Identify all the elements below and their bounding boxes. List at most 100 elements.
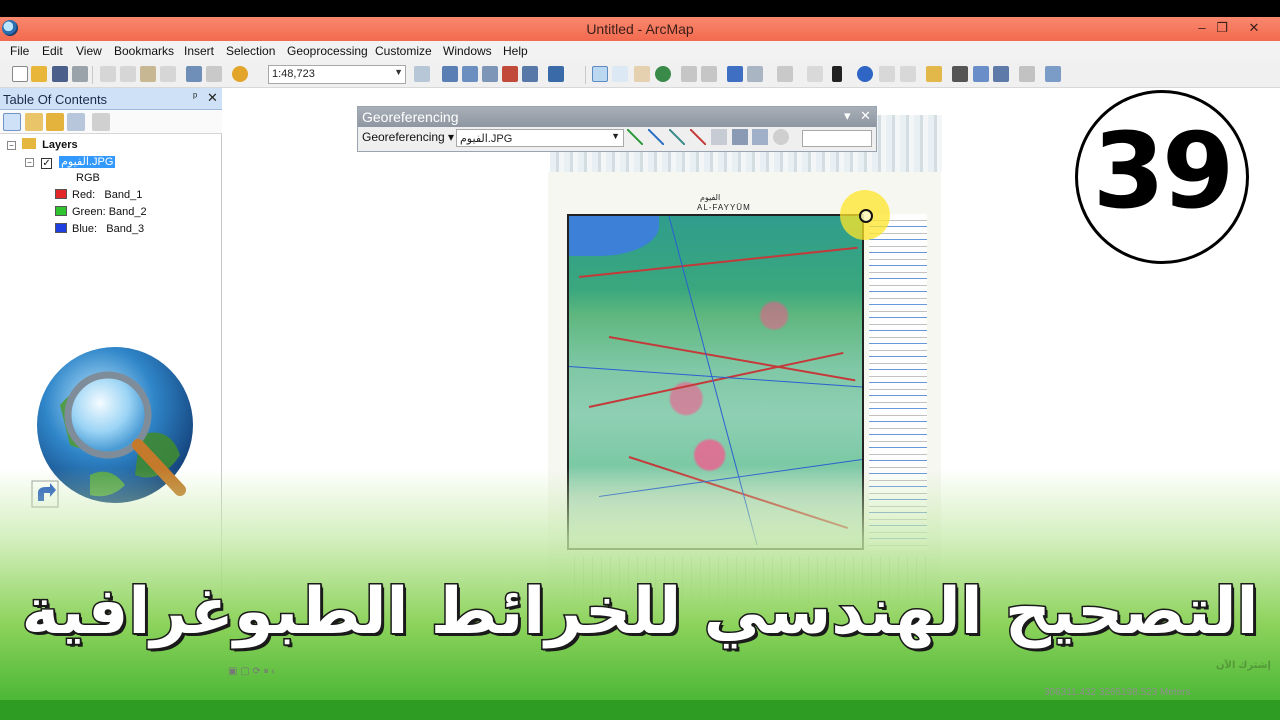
select-link-icon[interactable]	[648, 129, 664, 145]
paste-icon[interactable]	[140, 66, 156, 82]
menu-customize[interactable]: Customize	[375, 44, 432, 58]
zoom-in-icon[interactable]	[592, 66, 608, 82]
zoom-cursor-icon	[859, 209, 873, 223]
python-window-icon[interactable]	[522, 66, 538, 82]
copy-icon[interactable]	[120, 66, 136, 82]
map-sheet-title-arabic: الفيوم	[700, 193, 721, 202]
toc-close-icon[interactable]: ✕	[207, 90, 218, 106]
new-document-icon[interactable]	[12, 66, 28, 82]
close-button[interactable]: ✕	[1244, 19, 1264, 37]
layout-view-switcher[interactable]: ▣ ▢ ⟳ ⏸ ‹	[228, 666, 275, 677]
editor-toolbar-icon[interactable]	[414, 66, 430, 82]
band-name: Band_3	[106, 223, 145, 235]
band-row[interactable]: Green: Band_2	[55, 206, 147, 222]
collapse-icon[interactable]: −	[25, 158, 34, 167]
menu-edit[interactable]: Edit	[42, 44, 63, 58]
georeferencing-layer-select[interactable]: الفيوم.JPG ▼	[456, 129, 624, 147]
arctoolbox-icon[interactable]	[502, 66, 518, 82]
blue-swatch	[55, 223, 67, 233]
goto-xy-icon[interactable]	[993, 66, 1009, 82]
html-popup-icon[interactable]	[900, 66, 916, 82]
minimize-button[interactable]: –	[1192, 19, 1212, 37]
chevron-down-icon[interactable]: ▼	[611, 131, 620, 141]
fixed-zoom-in-icon[interactable]	[681, 66, 697, 82]
restore-button[interactable]: ❐	[1212, 19, 1232, 37]
toolbar-separator	[585, 66, 586, 84]
render-type-row: RGB	[76, 172, 100, 188]
forward-extent-icon[interactable]	[747, 66, 763, 82]
list-by-selection-icon[interactable]	[67, 113, 85, 131]
band-name: Band_1	[104, 189, 143, 201]
modelbuilder-icon[interactable]	[548, 66, 564, 82]
menu-help[interactable]: Help	[503, 44, 528, 58]
layer-visibility-checkbox[interactable]: ✓	[41, 158, 53, 169]
select-features-icon[interactable]	[777, 66, 793, 82]
view-link-table-icon[interactable]	[732, 129, 748, 145]
menu-bookmarks[interactable]: Bookmarks	[114, 44, 174, 58]
map-scale-combobox[interactable]: 1:48,723 ▼	[268, 65, 406, 84]
select-elements-icon[interactable]	[832, 66, 842, 82]
georeferencing-rotate-input[interactable]	[802, 130, 872, 147]
back-extent-icon[interactable]	[727, 66, 743, 82]
georeferencing-title: Georeferencing	[362, 109, 459, 125]
zoom-to-link-icon[interactable]	[669, 129, 685, 145]
pin-icon[interactable]: ᵖ	[193, 91, 197, 103]
layer-name[interactable]: الفيوم.JPG	[59, 156, 116, 168]
add-data-icon[interactable]	[232, 66, 248, 82]
georeferencing-menu[interactable]: Georeferencing ▾	[362, 130, 454, 144]
add-control-points-icon[interactable]	[627, 129, 643, 145]
menu-insert[interactable]: Insert	[184, 44, 214, 58]
measure-icon[interactable]	[926, 66, 942, 82]
menu-geoprocessing[interactable]: Geoprocessing	[287, 44, 368, 58]
redo-icon[interactable]	[206, 66, 222, 82]
toolbar-separator	[92, 66, 93, 84]
identify-icon[interactable]	[857, 66, 873, 82]
print-icon[interactable]	[72, 66, 88, 82]
find-icon[interactable]	[952, 66, 968, 82]
hyperlink-icon[interactable]	[879, 66, 895, 82]
find-route-icon[interactable]	[973, 66, 989, 82]
save-icon[interactable]	[52, 66, 68, 82]
layers-root-row[interactable]: − Layers	[7, 138, 78, 154]
zoom-out-icon[interactable]	[612, 66, 628, 82]
georeferencing-layer-value: الفيوم.JPG	[460, 133, 513, 145]
clear-selection-icon[interactable]	[807, 66, 823, 82]
chevron-down-icon[interactable]: ▾	[844, 108, 851, 124]
layer-row[interactable]: − ✓ الفيوم.JPG	[25, 155, 116, 171]
pan-icon[interactable]	[634, 66, 650, 82]
green-swatch	[55, 206, 67, 216]
title-bar: Untitled - ArcMap – ❐ ✕	[0, 17, 1280, 41]
delete-icon[interactable]	[160, 66, 176, 82]
list-by-drawing-order-icon[interactable]	[3, 113, 21, 131]
full-extent-icon[interactable]	[655, 66, 671, 82]
chevron-down-icon[interactable]: ▼	[394, 67, 403, 77]
time-slider-icon[interactable]	[1019, 66, 1035, 82]
menu-selection[interactable]: Selection	[226, 44, 275, 58]
band-row[interactable]: Red: Band_1	[55, 189, 142, 205]
menu-file[interactable]: File	[10, 44, 29, 58]
table-of-contents-icon[interactable]	[442, 66, 458, 82]
band-row[interactable]: Blue: Band_3	[55, 223, 144, 239]
layers-icon	[22, 138, 37, 149]
menu-windows[interactable]: Windows	[443, 44, 492, 58]
georeferencing-close-icon[interactable]: ✕	[860, 108, 871, 124]
view-rectified-icon[interactable]	[752, 129, 768, 145]
menu-view[interactable]: View	[76, 44, 102, 58]
layers-root-label: Layers	[42, 139, 78, 151]
delete-link-icon[interactable]	[690, 129, 706, 145]
road-line	[588, 351, 844, 408]
georeferencing-titlebar[interactable]: Georeferencing ▾ ✕	[358, 107, 876, 127]
undo-icon[interactable]	[186, 66, 202, 82]
options-icon[interactable]	[92, 113, 110, 131]
rotate-icon[interactable]	[773, 129, 789, 145]
list-by-source-icon[interactable]	[25, 113, 43, 131]
cut-icon[interactable]	[100, 66, 116, 82]
fixed-zoom-out-icon[interactable]	[701, 66, 717, 82]
collapse-icon[interactable]: −	[7, 141, 16, 150]
list-by-visibility-icon[interactable]	[46, 113, 64, 131]
search-window-icon[interactable]	[482, 66, 498, 82]
catalog-icon[interactable]	[462, 66, 478, 82]
create-viewer-window-icon[interactable]	[1045, 66, 1061, 82]
open-folder-icon[interactable]	[31, 66, 47, 82]
auto-registration-icon[interactable]	[711, 129, 727, 145]
